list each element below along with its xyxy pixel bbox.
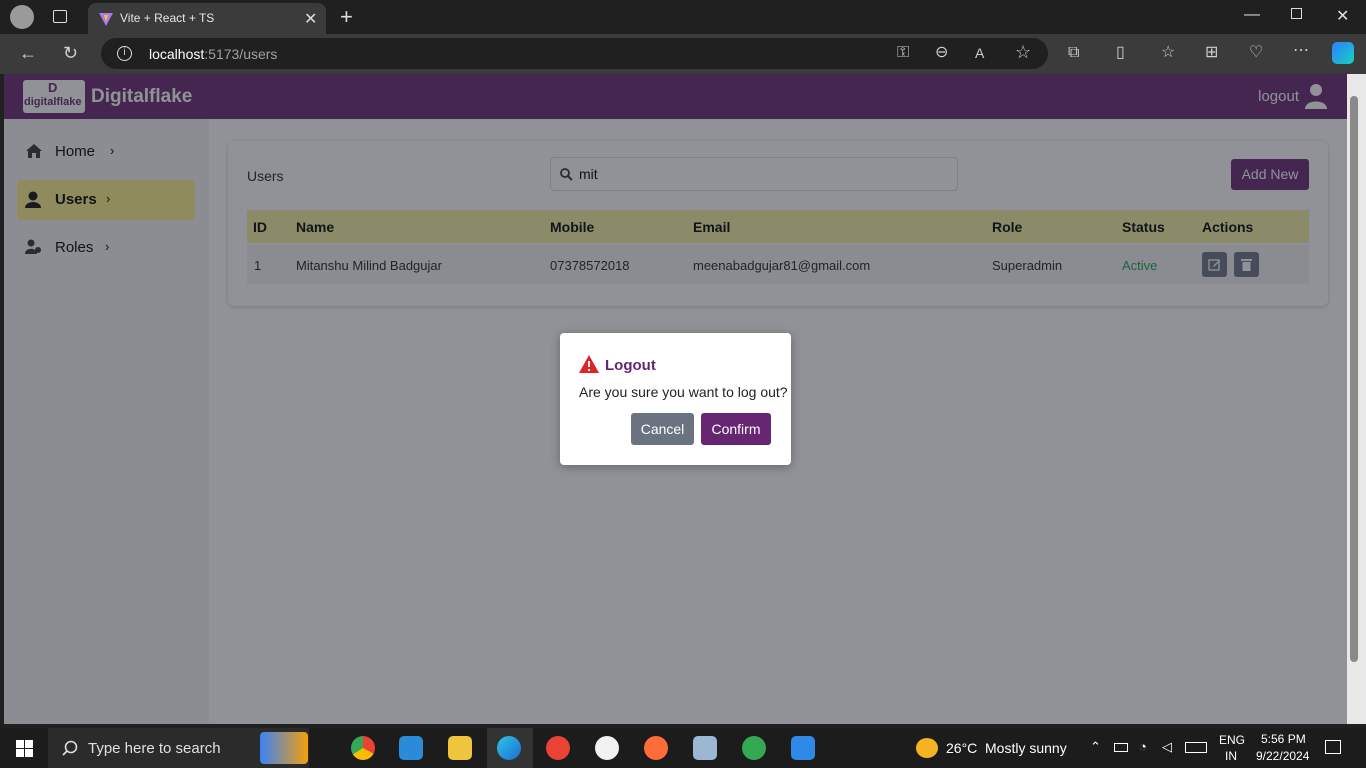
new-tab-icon[interactable]: + [340, 4, 353, 30]
vite-logo-icon [99, 13, 113, 26]
window-close-icon[interactable]: ✕ [1336, 6, 1349, 26]
tray-chevron-up-icon[interactable]: ⌃ [1090, 739, 1101, 755]
tab-actions-icon[interactable] [53, 10, 67, 23]
site-info-icon[interactable]: i [117, 46, 132, 61]
warning-icon [579, 355, 599, 373]
performance-icon[interactable]: ♡ [1249, 45, 1263, 61]
scrollbar-thumb[interactable] [1350, 96, 1358, 662]
logout-dialog: Logout Are you sure you want to log out?… [560, 333, 791, 465]
modal-backdrop-header [4, 74, 1347, 119]
dialog-title: Logout [605, 357, 656, 374]
wifi-icon[interactable]: ◔ [1139, 739, 1147, 754]
notepad-app-icon[interactable] [693, 736, 717, 760]
refresh-icon[interactable]: ↻ [63, 44, 78, 62]
url-bar[interactable]: i localhost:5173/users ⚿ ⊖ A ☆ [101, 38, 1048, 69]
language-indicator[interactable]: ENG [1219, 733, 1245, 747]
zoom-out-icon[interactable]: ⊖ [935, 45, 948, 61]
edge-app-icon[interactable] [497, 736, 521, 760]
photos-app-icon[interactable] [791, 736, 815, 760]
extensions-icon[interactable]: ⧉ [1068, 45, 1079, 61]
favorites-icon[interactable]: ☆ [1161, 45, 1175, 61]
search-highlight-image [260, 732, 308, 764]
restore-icon[interactable] [1291, 8, 1302, 19]
collections-icon[interactable]: ⊞ [1205, 45, 1218, 61]
volume-muted-icon[interactable]: ◁ [1162, 739, 1172, 755]
postman-app-icon[interactable] [644, 736, 668, 760]
more-icon[interactable]: ⋯ [1293, 43, 1309, 59]
tab-close-icon[interactable]: ✕ [304, 9, 317, 29]
read-aloud-icon[interactable]: A [975, 45, 984, 61]
profile-avatar-icon[interactable] [10, 5, 34, 29]
weather-icon[interactable] [916, 738, 938, 758]
minimize-icon[interactable]: — [1244, 6, 1260, 24]
windows-start-icon[interactable] [16, 740, 33, 757]
taskbar-search-placeholder: Type here to search [88, 740, 221, 757]
notifications-icon[interactable] [1325, 740, 1341, 754]
web-viewport: D digitalflake Digitalflake logout Home … [4, 74, 1347, 724]
file-explorer-icon[interactable] [448, 736, 472, 760]
dialog-message: Are you sure you want to log out? [579, 384, 788, 400]
favorite-star-icon[interactable]: ☆ [1015, 43, 1031, 61]
battery-icon[interactable] [1114, 743, 1128, 752]
clock-date[interactable]: 9/22/2024 [1256, 749, 1309, 763]
address-bar-row: ← ↻ i localhost:5173/users ⚿ ⊖ A ☆ ⧉ ▯ ☆… [0, 34, 1366, 74]
key-icon[interactable]: ⚿ [897, 45, 909, 61]
split-screen-icon[interactable]: ▯ [1116, 45, 1125, 61]
keyboard-icon[interactable] [1185, 742, 1207, 753]
clock-time[interactable]: 5:56 PM [1261, 732, 1306, 746]
page-scrollbar[interactable] [1347, 74, 1366, 724]
copilot-icon[interactable] [1332, 42, 1354, 64]
search-icon [62, 740, 78, 756]
back-icon[interactable]: ← [19, 44, 37, 62]
browser-tab-bar: Vite + React + TS ✕ + — ✕ [0, 0, 1366, 34]
cancel-button[interactable]: Cancel [631, 413, 694, 445]
taskbar-search[interactable]: Type here to search [48, 728, 309, 768]
weather-text[interactable]: Mostly sunny [985, 740, 1067, 756]
chrome-app-icon[interactable] [351, 736, 375, 760]
region-indicator[interactable]: IN [1225, 749, 1237, 763]
chrome-profile-app-icon[interactable] [546, 736, 570, 760]
chrome-app-icon-2[interactable] [742, 736, 766, 760]
vscode-app-icon[interactable] [399, 736, 423, 760]
url-text: localhost:5173/users [149, 46, 278, 62]
windows-taskbar: Type here to search 26°C Mostly sunny ⌃ … [0, 728, 1366, 768]
tab-title: Vite + React + TS [120, 11, 215, 25]
mongodb-app-icon[interactable] [595, 736, 619, 760]
confirm-button[interactable]: Confirm [701, 413, 771, 445]
weather-temp[interactable]: 26°C [946, 740, 977, 756]
browser-tab[interactable]: Vite + React + TS ✕ [88, 3, 326, 34]
